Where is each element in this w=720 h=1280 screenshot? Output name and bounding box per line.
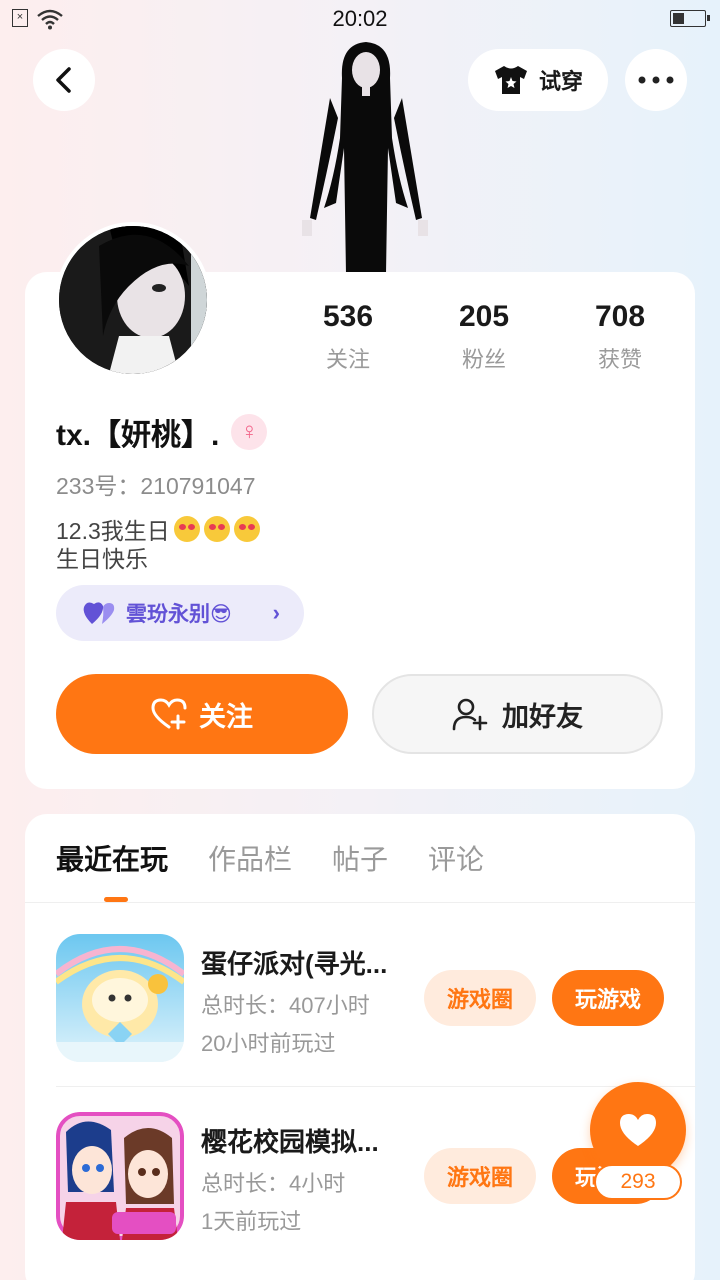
tab-posts[interactable]: 帖子 bbox=[332, 838, 388, 878]
battery-icon bbox=[670, 10, 710, 27]
clock: 20:02 bbox=[332, 6, 388, 31]
stat-value: 536 bbox=[322, 300, 374, 333]
status-bar: × 20:02 bbox=[0, 0, 720, 40]
tab-works[interactable]: 作品栏 bbox=[208, 838, 292, 878]
tshirt-icon bbox=[494, 66, 527, 94]
add-friend-label: 加好友 bbox=[502, 701, 583, 732]
group-button[interactable]: 雲玢永别😎 › bbox=[56, 585, 304, 641]
stat-likes[interactable]: 708 获赞 bbox=[552, 300, 688, 374]
user-id: 233号：210791047 bbox=[56, 473, 256, 499]
group-name: 雲玢永别😎 bbox=[126, 603, 232, 626]
try-on-button[interactable]: 试穿 bbox=[468, 49, 608, 111]
game-title: 樱花校园模拟... bbox=[201, 1127, 379, 1157]
game-circle-button[interactable]: 游戏圈 bbox=[424, 1148, 536, 1204]
divider bbox=[56, 1086, 696, 1087]
username-row: tx.【妍桃】. ♀ bbox=[56, 410, 268, 454]
character-figure bbox=[302, 42, 428, 274]
stat-label: 获赞 bbox=[597, 347, 642, 372]
back-button[interactable] bbox=[33, 49, 95, 111]
game-last-played: 20小时前玩过 bbox=[201, 1031, 336, 1056]
more-button[interactable] bbox=[625, 49, 687, 111]
play-game-button[interactable]: 玩游戏 bbox=[552, 970, 664, 1026]
divider bbox=[25, 902, 695, 903]
stat-following[interactable]: 536 关注 bbox=[280, 300, 416, 374]
stat-followers[interactable]: 205 粉丝 bbox=[416, 300, 552, 374]
battery-level bbox=[673, 13, 684, 24]
stat-label: 粉丝 bbox=[461, 347, 506, 372]
game-title: 蛋仔派对(寻光... bbox=[201, 949, 388, 979]
follow-button[interactable]: 关注 bbox=[56, 674, 348, 754]
tab-comments[interactable]: 评论 bbox=[428, 838, 484, 878]
chevron-left-icon bbox=[56, 67, 71, 93]
avatar-portrait bbox=[59, 226, 207, 374]
heart-eyes-emoji-icon bbox=[233, 516, 260, 542]
add-user-icon bbox=[452, 698, 488, 731]
like-count: 293 bbox=[594, 1164, 682, 1200]
heart-icon bbox=[620, 1114, 656, 1146]
heart-eyes-emoji-icon bbox=[173, 516, 200, 542]
game-icon-sakura-school[interactable] bbox=[56, 1112, 184, 1240]
avatar[interactable] bbox=[55, 222, 211, 378]
stat-value: 205 bbox=[458, 300, 510, 333]
stat-label: 关注 bbox=[325, 347, 370, 372]
tab-bar: 最近在玩 作品栏 帖子 评论 bbox=[56, 838, 484, 878]
game-row[interactable]: 蛋仔派对(寻光... 总时长：407小时 20小时前玩过 游戏圈 玩游戏 bbox=[56, 934, 696, 1064]
game-circle-button[interactable]: 游戏圈 bbox=[424, 970, 536, 1026]
add-friend-button[interactable]: 加好友 bbox=[372, 674, 663, 754]
game-icon-eggy-party[interactable] bbox=[56, 934, 184, 1062]
female-icon: ♀ bbox=[231, 414, 268, 450]
heart-plus-icon bbox=[151, 698, 187, 730]
stat-value: 708 bbox=[594, 300, 646, 333]
tab-recently-played[interactable]: 最近在玩 bbox=[56, 838, 168, 878]
double-heart-icon bbox=[83, 602, 115, 624]
chevron-right-icon: › bbox=[272, 600, 280, 625]
username: tx.【妍桃】. bbox=[56, 419, 220, 452]
heart-eyes-emoji-icon bbox=[203, 516, 230, 542]
more-dots-icon bbox=[638, 76, 674, 84]
follow-label: 关注 bbox=[199, 701, 253, 732]
game-last-played: 1天前玩过 bbox=[201, 1209, 302, 1234]
bio-line-2: 生日快乐 bbox=[56, 546, 148, 572]
try-on-label: 试穿 bbox=[538, 69, 583, 94]
game-total-time: 总时长：407小时 bbox=[201, 993, 370, 1018]
game-total-time: 总时长：4小时 bbox=[201, 1171, 346, 1196]
stats-row: 536 关注 205 粉丝 708 获赞 bbox=[280, 300, 690, 374]
